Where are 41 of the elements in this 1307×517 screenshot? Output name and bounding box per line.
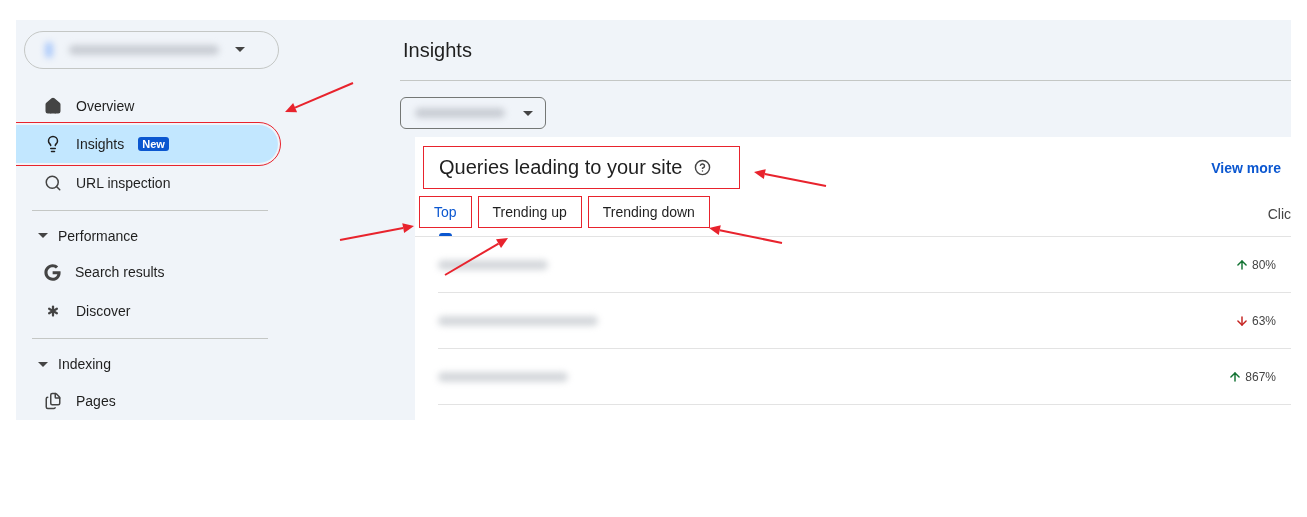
- nav-label: URL inspection: [76, 174, 171, 191]
- nav-item[interactable]: Insights New: [16, 124, 278, 164]
- section-label: Performance: [58, 228, 139, 244]
- page-title: Insights: [400, 20, 1291, 81]
- selected-tab-indicator: [439, 233, 452, 236]
- nav-label: Insights: [76, 136, 125, 153]
- caret-icon: [235, 47, 245, 53]
- view-more-link[interactable]: View more: [1211, 159, 1281, 176]
- change-value: 63%: [1251, 313, 1276, 328]
- card-title: Queries leading to your site: [439, 156, 683, 179]
- tab[interactable]: Top: [420, 197, 471, 227]
- nav-label: Overview: [76, 97, 135, 114]
- nav-label: Search results: [75, 264, 165, 281]
- search-icon: [44, 173, 62, 192]
- nav-label: Pages: [76, 392, 116, 409]
- section-header[interactable]: Performance: [16, 218, 400, 254]
- caret-icon: [523, 110, 533, 116]
- nav-item[interactable]: Pages: [16, 381, 278, 420]
- blurred-icon: [45, 41, 53, 58]
- nav-item[interactable]: URL inspection: [16, 163, 278, 202]
- arrow-down-icon: [1234, 313, 1249, 328]
- nav-item[interactable]: Discover: [16, 291, 278, 331]
- section-header[interactable]: Indexing: [16, 347, 400, 382]
- section-label: Indexing: [58, 356, 111, 373]
- tab[interactable]: Trending down: [588, 197, 709, 227]
- help-icon[interactable]: [694, 159, 712, 176]
- pages-icon: [44, 391, 62, 410]
- column-header: Clic: [1267, 206, 1291, 222]
- change-value: 80%: [1251, 257, 1276, 272]
- home-icon: [44, 96, 62, 115]
- tab[interactable]: Trending up: [478, 197, 581, 227]
- new-badge: New: [138, 137, 169, 152]
- date-range-dropdown[interactable]: [400, 97, 546, 129]
- nav-label: Discover: [76, 302, 131, 319]
- nav-item[interactable]: Overview: [16, 86, 278, 125]
- annotation-arrow: [285, 82, 354, 113]
- annotation-arrow: [444, 238, 508, 276]
- nav-item[interactable]: Search results: [16, 253, 278, 292]
- google-icon: [44, 263, 61, 281]
- arrow-up-icon: [1234, 257, 1249, 272]
- change-value: 867%: [1245, 369, 1276, 384]
